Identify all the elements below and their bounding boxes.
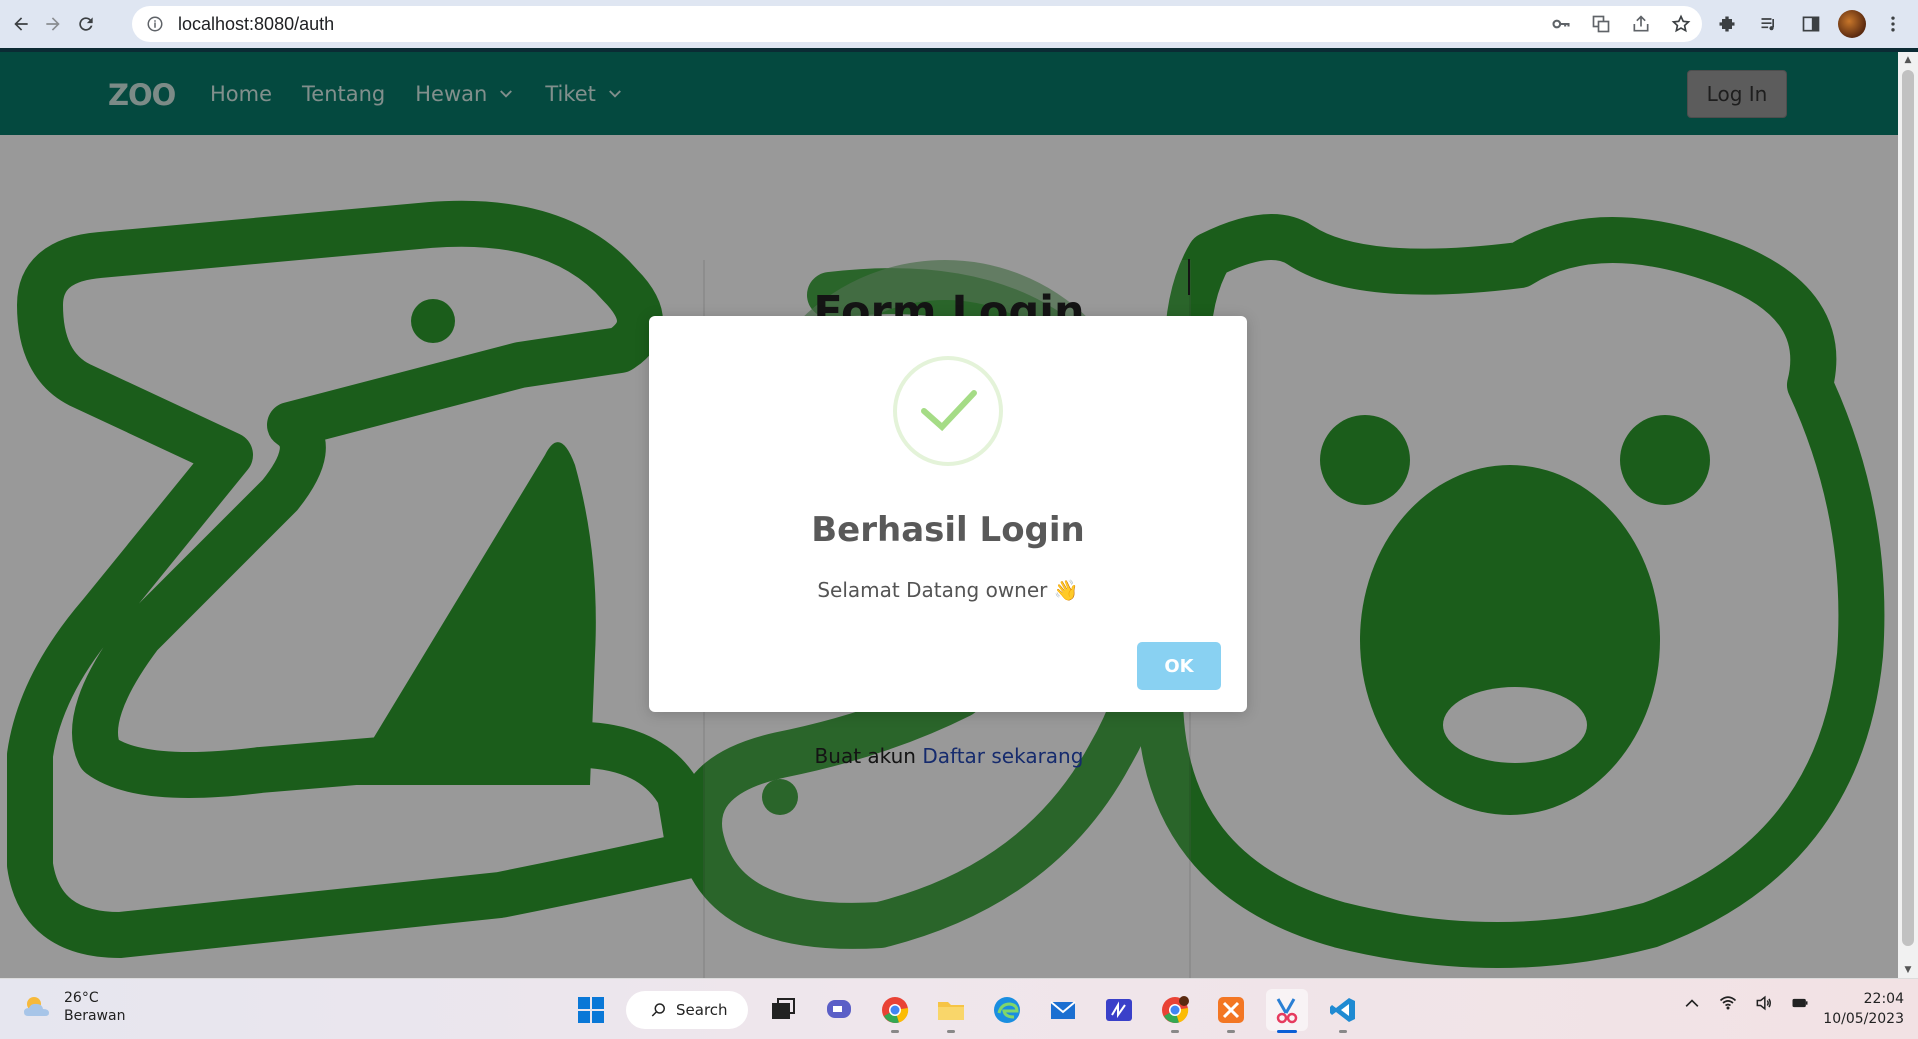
show-hidden-icons-chevron-up-icon[interactable] (1680, 991, 1704, 1015)
taskbar-clock[interactable]: 22:04 10/05/2023 (1814, 989, 1904, 1029)
extensions-puzzle-icon[interactable] (1712, 7, 1742, 41)
running-indicator (891, 1030, 899, 1033)
clock-time: 22:04 (1863, 991, 1904, 1007)
mail-app[interactable] (1042, 989, 1084, 1031)
forward-button[interactable] (36, 7, 70, 41)
active-indicator (1277, 1030, 1297, 1033)
running-indicator (947, 1030, 955, 1033)
chat-app[interactable] (818, 989, 860, 1031)
chat-icon (827, 1000, 851, 1018)
weather-widget[interactable]: 26°C Berawan (20, 989, 125, 1025)
success-check-icon (893, 356, 1003, 466)
scroll-up-arrow-icon[interactable]: ▲ (1902, 54, 1914, 66)
address-bar[interactable]: localhost:8080/auth (132, 6, 1702, 42)
dialog-message: Selamat Datang owner 👋 (817, 578, 1079, 602)
visual-studio-icon (1106, 999, 1132, 1021)
folder-icon (938, 1002, 964, 1020)
url-text[interactable]: localhost:8080/auth (178, 14, 334, 35)
translate-icon[interactable] (1588, 11, 1614, 37)
search-icon (651, 1003, 665, 1017)
profile-avatar[interactable] (1838, 10, 1866, 38)
volume-icon[interactable] (1752, 991, 1776, 1015)
start-button[interactable] (570, 989, 612, 1031)
side-panel-icon[interactable] (1796, 7, 1826, 41)
snipping-tool-icon (1276, 998, 1298, 1024)
xampp-icon (1218, 997, 1244, 1023)
running-indicator (1339, 1030, 1347, 1033)
running-indicator (1227, 1030, 1235, 1033)
chrome-app[interactable] (874, 989, 916, 1033)
page-scrollbar[interactable]: ▲ ▼ (1898, 52, 1918, 978)
bookmark-star-icon[interactable] (1668, 11, 1694, 37)
chrome-menu-icon[interactable] (1878, 7, 1908, 41)
scroll-down-arrow-icon[interactable]: ▼ (1902, 964, 1914, 976)
windows-logo-icon (578, 997, 604, 1023)
edge-icon (994, 997, 1020, 1023)
running-indicator (1171, 1030, 1179, 1033)
task-view-icon (772, 998, 795, 1019)
visual-studio-app[interactable] (1098, 989, 1140, 1031)
battery-icon[interactable] (1788, 991, 1812, 1015)
clock-date: 10/05/2023 (1823, 1011, 1904, 1027)
weather-temperature: 26°C (64, 990, 99, 1006)
dialog-title: Berhasil Login (811, 510, 1085, 550)
reload-button[interactable] (69, 7, 103, 41)
vscode-app[interactable] (1322, 989, 1364, 1033)
snipping-tool-app[interactable] (1266, 989, 1308, 1033)
system-tray (1680, 991, 1812, 1015)
back-button[interactable] (4, 7, 38, 41)
chrome-profile-app[interactable] (1154, 989, 1196, 1033)
media-control-icon[interactable] (1754, 7, 1784, 41)
password-key-icon[interactable] (1548, 11, 1574, 37)
xampp-app[interactable] (1210, 989, 1252, 1033)
forward-arrow-icon (46, 17, 60, 31)
success-dialog: Berhasil Login Selamat Datang owner 👋 OK (649, 316, 1247, 712)
edge-app[interactable] (986, 989, 1028, 1031)
site-info-icon[interactable] (146, 15, 164, 33)
vscode-icon (1330, 998, 1355, 1022)
mail-icon (1050, 1001, 1076, 1019)
browser-toolbar: localhost:8080/auth (0, 0, 1918, 48)
web-page: ZOO Home Tentang Hewan Tiket Log In Form… (0, 52, 1898, 978)
file-explorer-app[interactable] (930, 989, 972, 1033)
share-icon[interactable] (1628, 11, 1654, 37)
weather-description: Berawan (64, 1008, 126, 1024)
chrome-icon (1162, 996, 1189, 1023)
back-arrow-icon (14, 17, 28, 31)
task-view-button[interactable] (762, 989, 804, 1031)
search-label: Search (676, 1001, 728, 1019)
chrome-icon (882, 997, 909, 1023)
ok-button[interactable]: OK (1137, 642, 1221, 690)
windows-taskbar: 26°C Berawan Search 22:04 10/05/2023 (0, 978, 1918, 1039)
cloud-sun-icon (24, 997, 49, 1016)
wifi-icon[interactable] (1716, 991, 1740, 1015)
taskbar-search[interactable]: Search (626, 991, 748, 1029)
scrollbar-thumb[interactable] (1902, 70, 1914, 946)
reload-icon (79, 17, 93, 31)
